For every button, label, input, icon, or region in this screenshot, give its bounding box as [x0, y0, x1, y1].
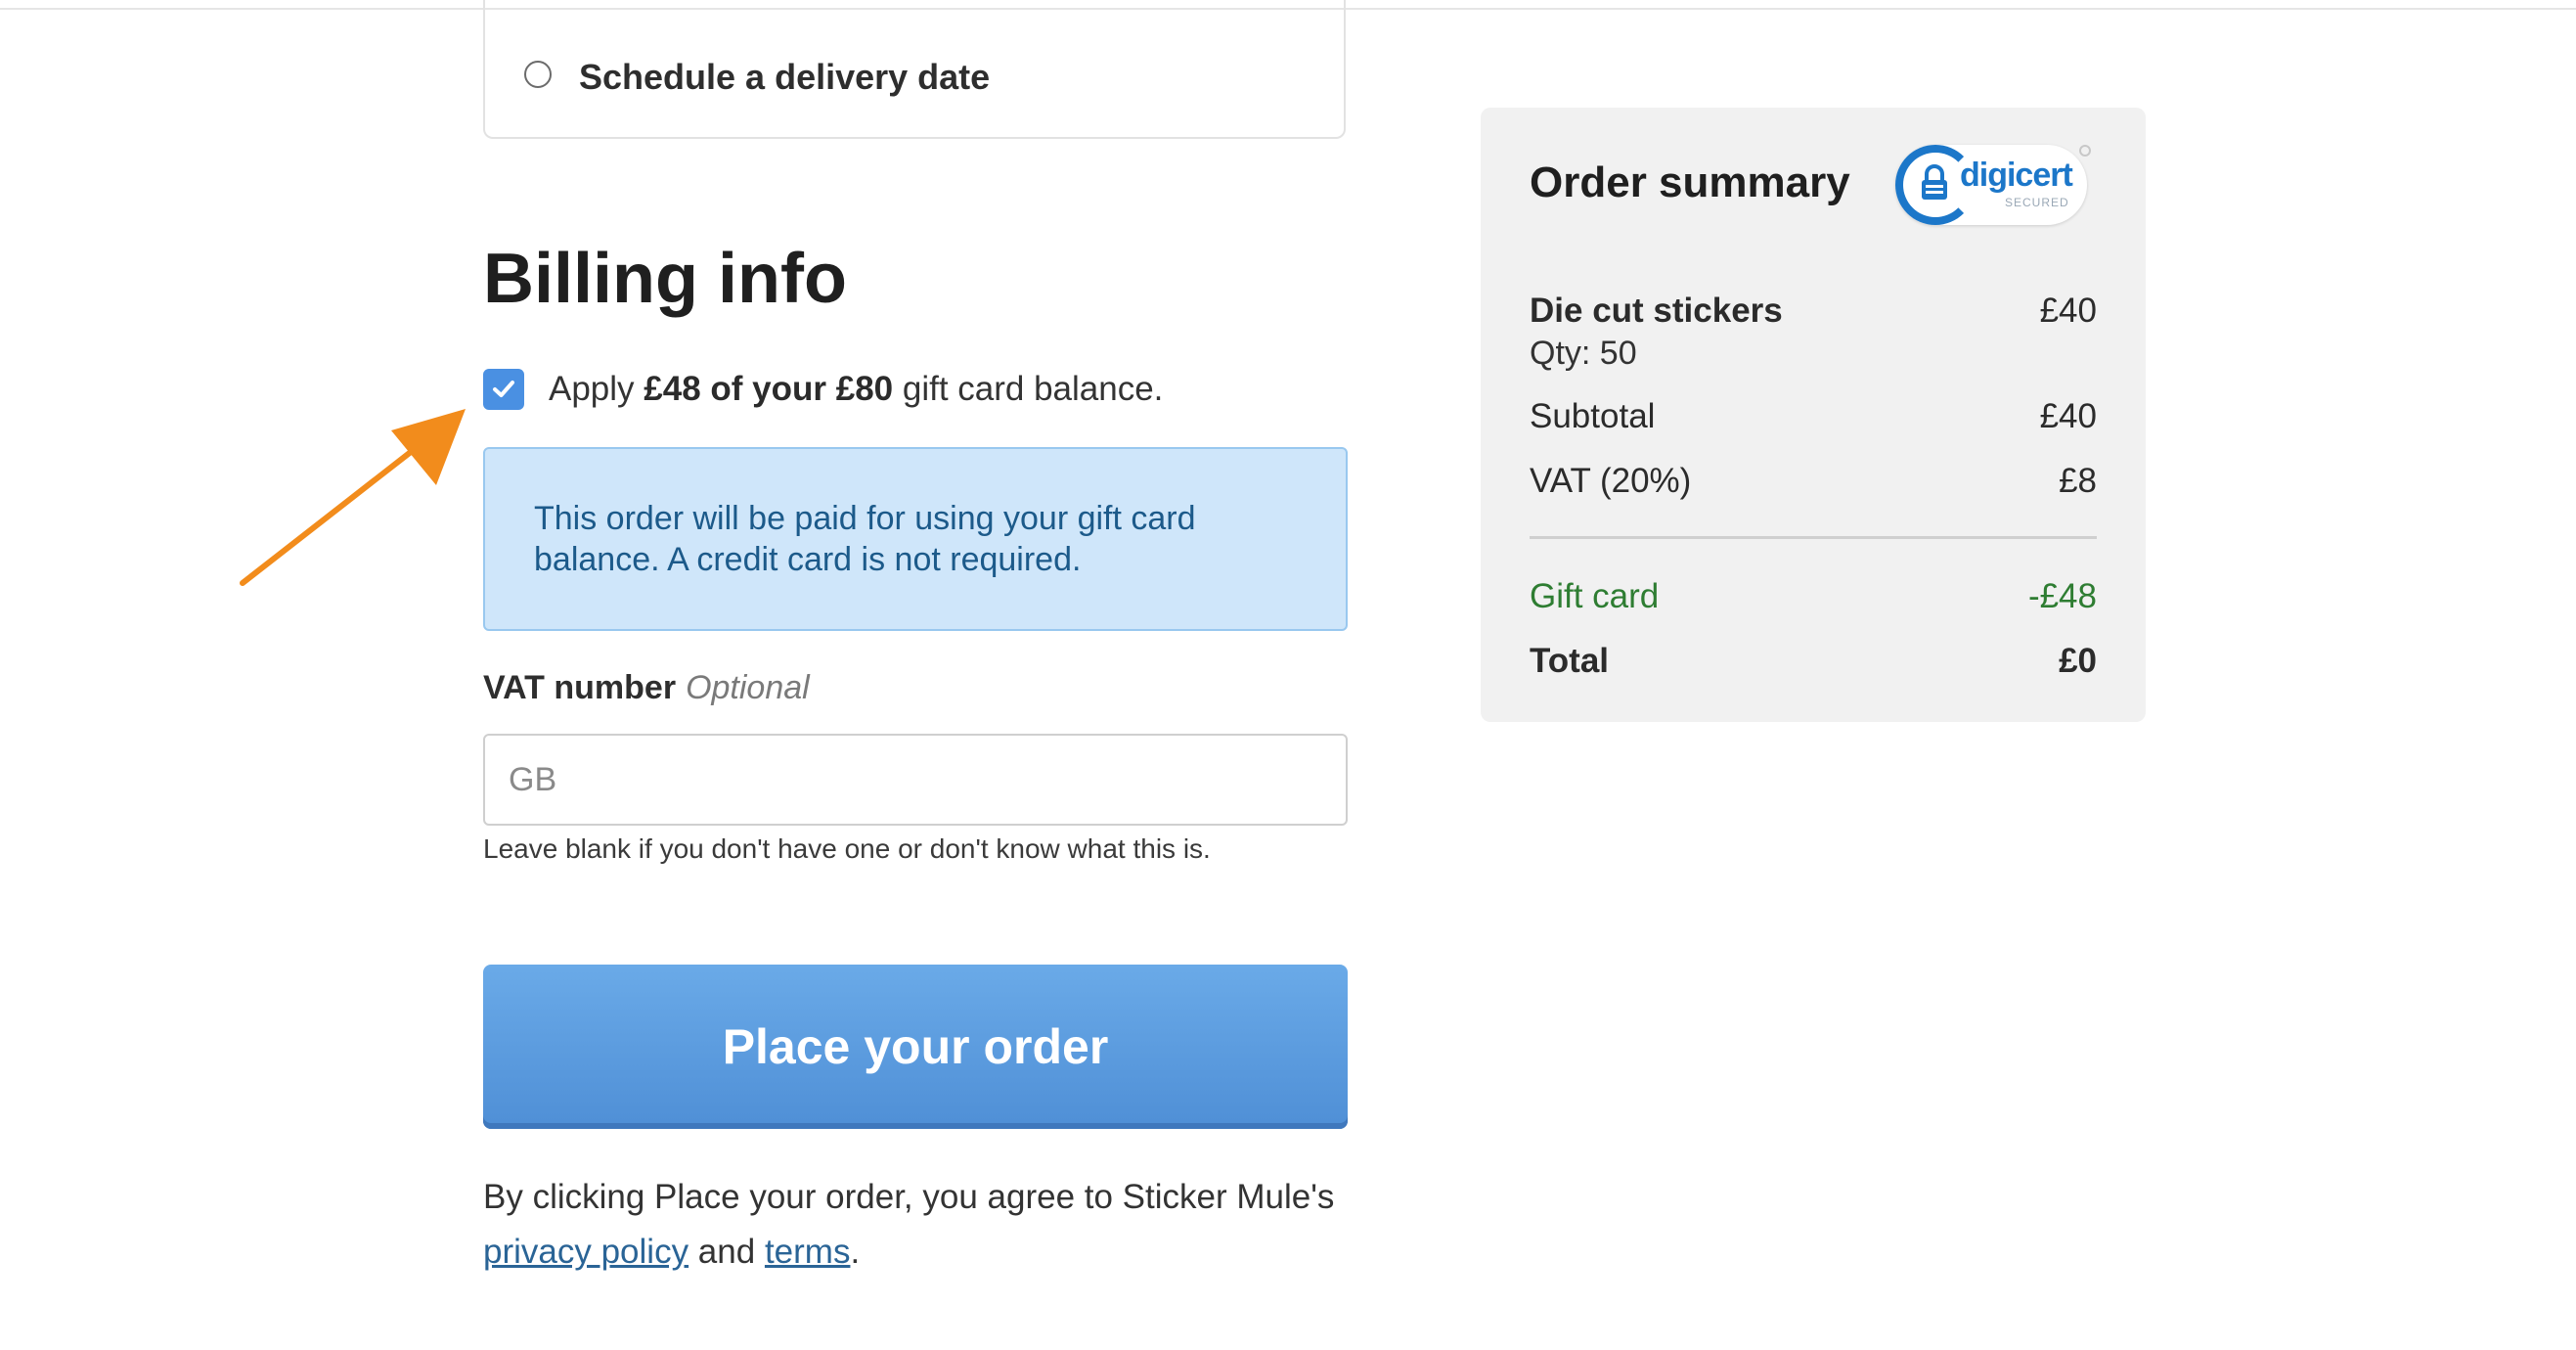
total-value: £0	[2059, 642, 2097, 680]
item-price: £40	[2039, 292, 2097, 330]
gift-card-info-alert: This order will be paid for using your g…	[483, 447, 1348, 631]
gift-card-apply-label[interactable]: Apply £48 of your £80 gift card balance.	[549, 370, 1163, 409]
agreement-text: By clicking Place your order, you agree …	[483, 1170, 1363, 1280]
subtotal-value: £40	[2039, 397, 2097, 435]
total-label: Total	[1530, 642, 1610, 680]
vat-summary-label: VAT (20%)	[1530, 462, 1692, 500]
digicert-secured-label: SECURED	[2005, 196, 2069, 209]
radio-unchecked-icon[interactable]	[524, 61, 552, 88]
digicert-brand: digicert	[1960, 157, 2073, 194]
lock-icon	[1922, 164, 1947, 200]
item-quantity: Qty: 50	[1530, 335, 1637, 372]
subtotal-label: Subtotal	[1530, 397, 1656, 435]
vat-summary-value: £8	[2059, 462, 2097, 500]
agreement-suffix: .	[850, 1233, 861, 1271]
gift-card-prefix: Apply	[549, 370, 644, 408]
item-name: Die cut stickers	[1530, 292, 1783, 330]
summary-divider	[1530, 536, 2097, 539]
terms-link[interactable]: terms	[765, 1233, 851, 1271]
gift-card-suffix: gift card balance.	[893, 370, 1164, 408]
vat-label-text: VAT number	[483, 669, 677, 706]
schedule-delivery-label[interactable]: Schedule a delivery date	[579, 57, 990, 98]
badge-info-dot	[2079, 145, 2091, 157]
gift-card-summary-value: -£48	[2027, 577, 2097, 615]
delivery-option-card[interactable]: Schedule a delivery date	[483, 0, 1346, 139]
checkout-page: Schedule a delivery date Billing info Ap…	[0, 0, 2576, 1350]
info-message: This order will be paid for using your g…	[534, 500, 1196, 578]
gift-card-checkbox[interactable]	[483, 369, 524, 410]
billing-info-heading: Billing info	[483, 240, 847, 318]
order-summary-title: Order summary	[1530, 158, 1850, 206]
agreement-prefix: By clicking Place your order, you agree …	[483, 1178, 1335, 1216]
vat-help-text: Leave blank if you don't have one or don…	[483, 833, 1211, 864]
gift-card-summary-label: Gift card	[1530, 577, 1660, 615]
place-order-button[interactable]: Place your order	[483, 965, 1348, 1129]
gift-card-amount: £48 of your £80	[644, 370, 894, 408]
privacy-policy-link[interactable]: privacy policy	[483, 1233, 688, 1271]
annotation-arrow-icon	[240, 409, 466, 586]
digicert-badge[interactable]: digicert SECURED	[1895, 145, 2087, 225]
agreement-and: and	[688, 1233, 765, 1271]
vat-optional-label: Optional	[686, 669, 810, 706]
order-summary-panel: Order summary digicert SECURED Die cut s…	[1481, 108, 2146, 722]
vat-number-input[interactable]	[483, 734, 1348, 826]
vat-number-label: VAT number Optional	[483, 669, 810, 707]
checkmark-icon	[493, 381, 514, 397]
